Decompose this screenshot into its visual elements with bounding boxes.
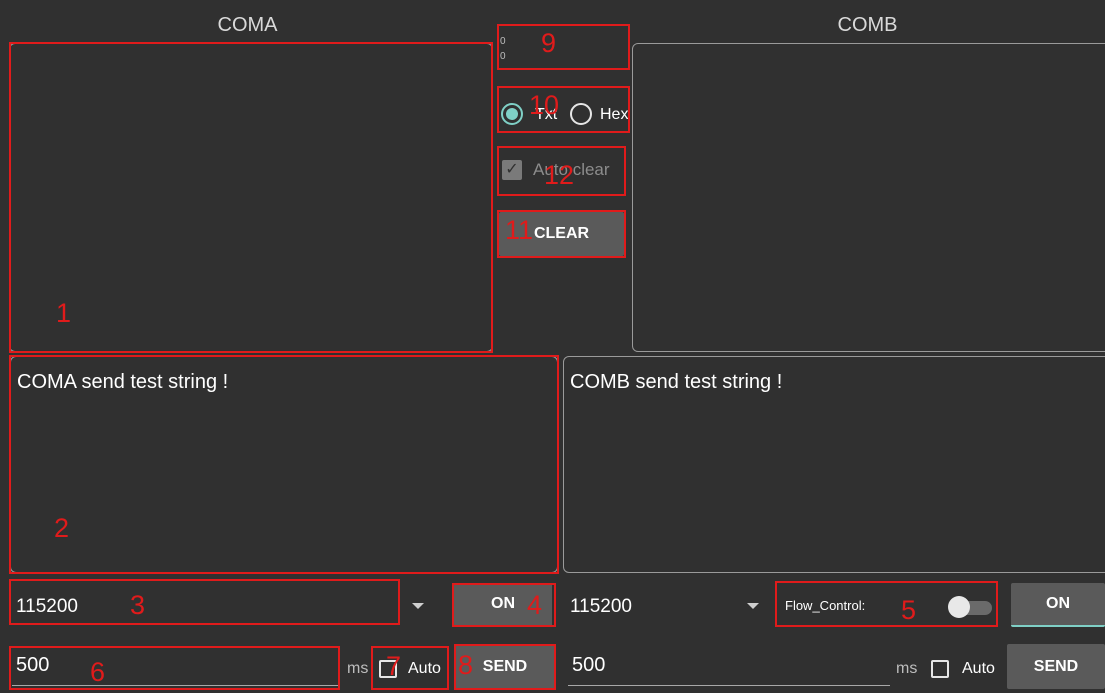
coma-interval-input[interactable]: 500 xyxy=(12,654,339,686)
check-icon: ✓ xyxy=(505,161,519,178)
radio-hex-label: Hex xyxy=(600,106,629,123)
comb-baud-chevron-down-icon[interactable] xyxy=(747,603,759,609)
comb-title: COMB xyxy=(837,14,898,36)
annotation-number-2: 2 xyxy=(54,513,70,543)
coma-receive-panel[interactable] xyxy=(9,43,493,352)
annotation-number-4: 4 xyxy=(527,590,543,620)
comb-auto-checkbox[interactable] xyxy=(931,660,949,678)
comb-send-input[interactable]: COMB send test string ! xyxy=(563,356,1105,573)
radio-hex[interactable] xyxy=(570,103,592,125)
annotation-number-8: 8 xyxy=(458,650,474,680)
annotation-number-10: 10 xyxy=(529,90,560,120)
coma-send-input[interactable]: COMA send test string ! xyxy=(10,356,558,573)
tx-counter: 0 xyxy=(500,51,506,62)
annotation-number-6: 6 xyxy=(90,657,106,687)
annotation-number-1: 1 xyxy=(56,298,72,328)
radio-txt-dot xyxy=(506,108,518,120)
comb-interval-input[interactable]: 500 xyxy=(568,654,890,686)
annotation-box-9 xyxy=(497,24,630,70)
toggle-thumb xyxy=(948,596,970,618)
autoclear-checkbox[interactable]: ✓ xyxy=(502,160,522,180)
comb-receive-panel[interactable] xyxy=(632,43,1105,352)
coma-baud-chevron-down-icon[interactable] xyxy=(412,603,424,609)
coma-title: COMA xyxy=(217,14,278,36)
annotation-number-12: 12 xyxy=(544,160,575,190)
radio-txt[interactable] xyxy=(501,103,523,125)
comb-ms-label: ms xyxy=(896,660,918,677)
annotation-number-3: 3 xyxy=(130,590,146,620)
flow-control-label: Flow_Control: xyxy=(785,598,866,613)
comb-send-button[interactable]: SEND xyxy=(1007,644,1105,689)
coma-baud-select[interactable]: 115200 xyxy=(16,596,78,618)
annotation-number-9: 9 xyxy=(541,28,557,58)
comb-on-button[interactable]: ON xyxy=(1011,583,1105,627)
rx-counter: 0 xyxy=(500,36,506,47)
coma-auto-label: Auto xyxy=(408,660,441,677)
coma-ms-label: ms xyxy=(347,660,369,677)
comb-baud-select[interactable]: 115200 xyxy=(570,596,632,618)
annotation-number-5: 5 xyxy=(901,595,917,625)
annotation-number-11: 11 xyxy=(505,215,534,245)
flow-control-toggle[interactable] xyxy=(948,596,996,618)
comb-auto-label: Auto xyxy=(962,660,995,677)
annotation-number-7: 7 xyxy=(386,651,402,681)
